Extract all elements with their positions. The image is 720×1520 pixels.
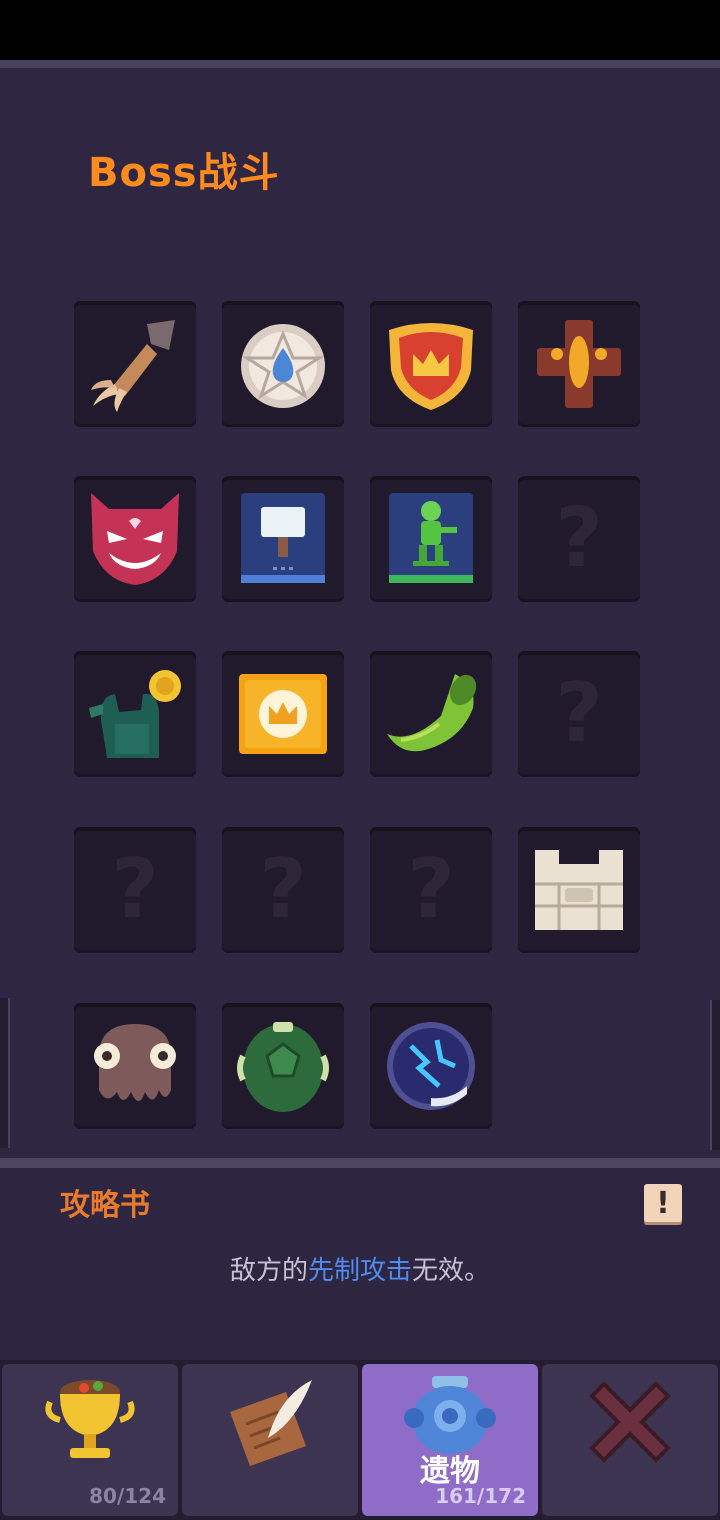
relic-slot-devil-mask[interactable] <box>74 476 196 602</box>
relic-slot-water-seal[interactable] <box>222 301 344 427</box>
stone-castle-icon <box>535 850 623 930</box>
locked-relic-icon: ? <box>555 491 603 586</box>
guide-title: 攻略书 <box>60 1188 150 1223</box>
relic-slot-green-glove[interactable] <box>74 651 196 777</box>
relic-slot-octopus[interactable] <box>74 1003 196 1129</box>
scroll-quill-icon <box>230 1380 312 1466</box>
tab-scrolls[interactable] <box>182 1364 358 1516</box>
relic-slot-hammer-book[interactable] <box>222 476 344 602</box>
relic-count: 161/172 <box>435 1484 526 1508</box>
hammer-book-icon <box>241 493 325 583</box>
exclamation-icon: ! <box>656 1185 670 1221</box>
green-horn-icon <box>387 674 477 752</box>
tab-trophies[interactable]: 80/124 <box>2 1364 178 1516</box>
soldier-book-icon <box>389 493 473 583</box>
relic-slot-locked[interactable]: ? <box>518 651 640 777</box>
info-button[interactable]: ! <box>644 1184 682 1222</box>
water-drop-seal-icon <box>241 324 325 408</box>
tab-close[interactable] <box>542 1364 718 1516</box>
locked-relic-icon: ? <box>259 842 307 937</box>
wooden-arrow-icon <box>91 320 175 412</box>
golden-trophy-icon <box>45 1380 135 1458</box>
relic-slot-stone-castle[interactable] <box>518 827 640 953</box>
golden-crown-box-icon <box>239 674 327 754</box>
relic-slot-crown-shield[interactable] <box>370 301 492 427</box>
relic-slot-locked[interactable]: ? <box>518 476 640 602</box>
desc-keyword: 先制攻击 <box>307 1256 412 1286</box>
relic-slot-locked[interactable]: ? <box>222 827 344 953</box>
close-x-icon <box>589 1381 671 1463</box>
lightning-orb-icon <box>387 1022 475 1110</box>
locked-relic-icon: ? <box>407 842 455 937</box>
golden-cross-icon <box>537 320 621 408</box>
tab-relics[interactable]: 遗物 161/172 <box>362 1364 538 1516</box>
relic-slot-wooden-arrow[interactable] <box>74 301 196 427</box>
relic-slot-soldier-book[interactable] <box>370 476 492 602</box>
relic-slot-locked[interactable]: ? <box>74 827 196 953</box>
locked-relic-icon: ? <box>111 842 159 937</box>
desc-text-after: 无效。 <box>412 1256 491 1286</box>
locked-relic-icon: ? <box>555 666 603 761</box>
turtle-shell-icon <box>237 1022 329 1112</box>
section-divider <box>0 1158 720 1168</box>
relic-slot-lightning-orb[interactable] <box>370 1003 492 1129</box>
octopus-icon <box>94 1024 176 1101</box>
green-glove-coin-icon <box>89 670 181 758</box>
devil-mask-icon <box>91 493 179 585</box>
relic-grid: ? ? ? ? ? <box>0 0 720 1520</box>
trophy-count: 80/124 <box>89 1484 166 1508</box>
relic-slot-locked[interactable]: ? <box>370 827 492 953</box>
relic-description: 敌方的先制攻击无效。 <box>0 1250 720 1287</box>
relic-slot-golden-cross[interactable] <box>518 301 640 427</box>
crown-shield-icon <box>389 323 473 410</box>
desc-text-before: 敌方的 <box>229 1256 308 1286</box>
relic-slot-turtle-shell[interactable] <box>222 1003 344 1129</box>
relic-slot-crown-box[interactable] <box>222 651 344 777</box>
relic-slot-green-horn[interactable] <box>370 651 492 777</box>
